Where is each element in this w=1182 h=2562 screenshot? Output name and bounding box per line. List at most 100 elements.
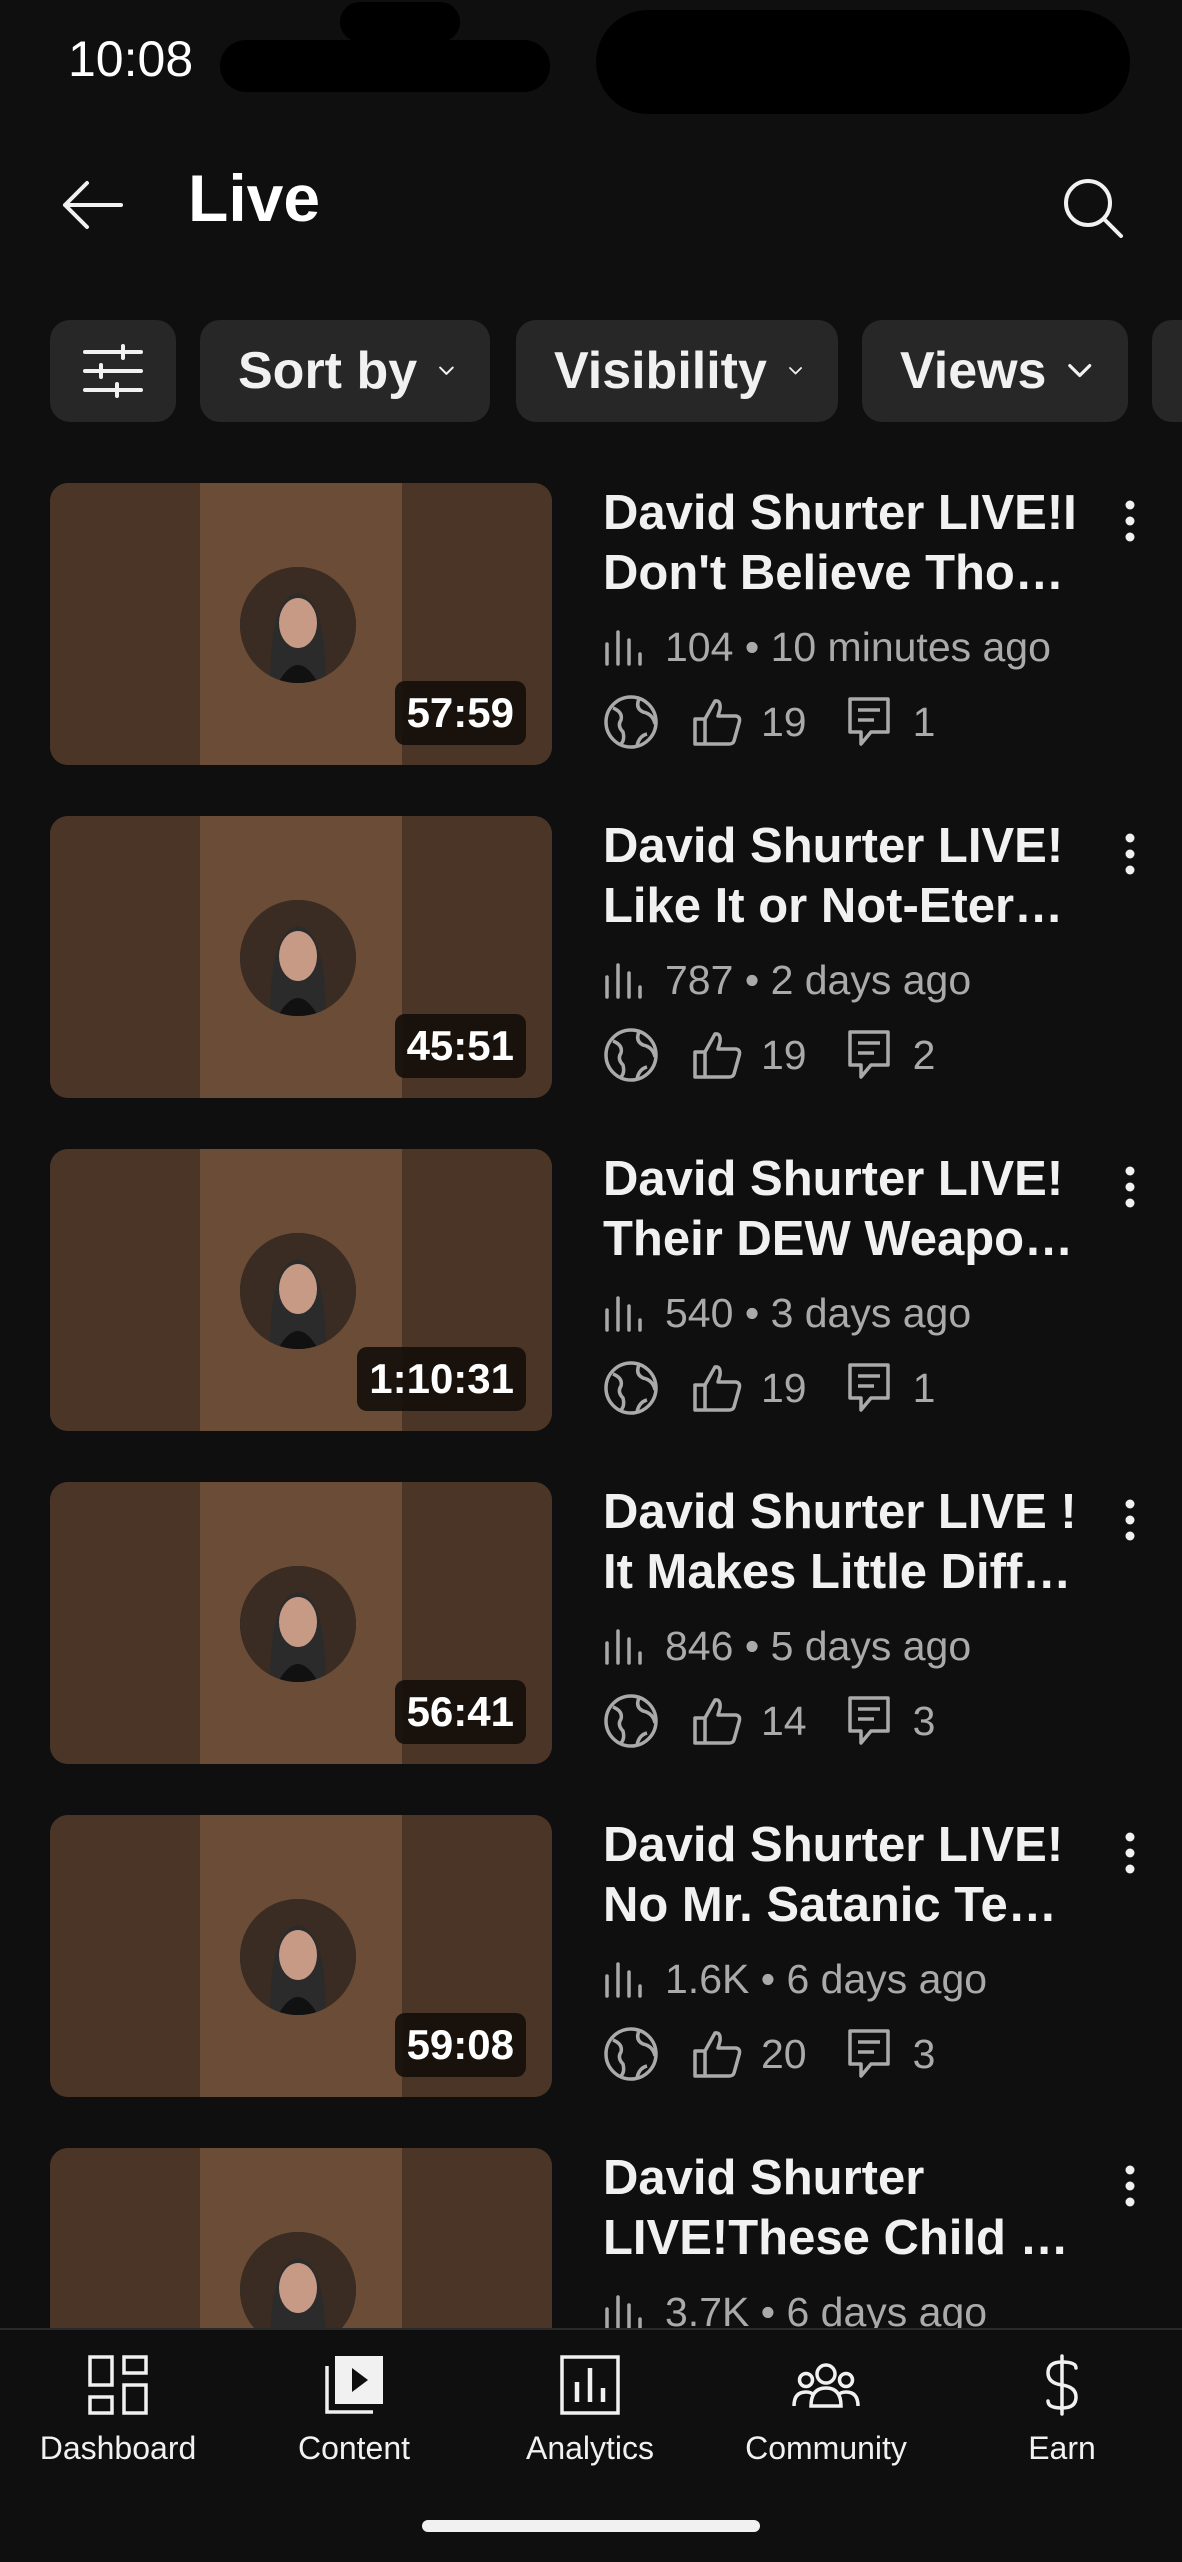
- video-list[interactable]: 57:59 David Shurter LIVE!I Don't Believe…: [0, 483, 1182, 2328]
- back-button[interactable]: [52, 165, 132, 245]
- sliders-icon: [83, 344, 143, 398]
- video-meta: 787 • 2 days ago: [603, 950, 1093, 1010]
- chevron-down-icon: [1068, 363, 1092, 378]
- globe-icon: [604, 1028, 658, 1082]
- video-thumbnail[interactable]: [50, 2148, 552, 2328]
- globe-icon: [604, 1361, 658, 1415]
- video-info: David Shurter LIVE ! It Makes Little Dif…: [603, 1482, 1093, 1752]
- video-stats: 20 3: [603, 2023, 1093, 2085]
- content-library-icon: [325, 2356, 383, 2414]
- video-row[interactable]: 56:41 David Shurter LIVE ! It Makes Litt…: [0, 1482, 1182, 1764]
- host-avatar: [240, 1899, 356, 2015]
- nav-content[interactable]: Content: [236, 2354, 472, 2467]
- globe-icon: [604, 2027, 658, 2081]
- nav-community[interactable]: Community: [708, 2354, 944, 2467]
- more-options-button[interactable]: [1110, 1490, 1150, 1550]
- video-stats: 14 3: [603, 1690, 1093, 1752]
- more-options-button[interactable]: [1110, 2156, 1150, 2216]
- views-chip[interactable]: Views: [862, 320, 1128, 422]
- home-indicator[interactable]: [422, 2520, 760, 2532]
- bottom-navigation: Dashboard Content Analytics Community Ea…: [0, 2328, 1182, 2562]
- thumbs-up-icon: [693, 1032, 742, 1079]
- comment-count: 3: [912, 2030, 936, 2077]
- video-duration: 59:08: [394, 2013, 526, 2077]
- view-count: 846: [665, 1622, 734, 1669]
- bar-chart-icon: [605, 1629, 642, 1665]
- nav-dashboard[interactable]: Dashboard: [0, 2354, 236, 2467]
- status-bar: 10:08: [0, 0, 1182, 120]
- visibility-chip[interactable]: Visibility: [516, 320, 838, 422]
- more-filter-chip[interactable]: [1152, 320, 1182, 422]
- dashboard-icon: [88, 2355, 148, 2415]
- video-info: David Shurter LIVE! Like It or Not-Etern…: [603, 816, 1093, 1086]
- video-meta: 3.7K • 6 days ago: [603, 2282, 1093, 2328]
- thumbs-up-icon: [693, 2031, 742, 2078]
- video-thumbnail[interactable]: 1:10:31: [50, 1149, 552, 1431]
- more-options-button[interactable]: [1110, 824, 1150, 884]
- nav-earn[interactable]: Earn: [944, 2354, 1180, 2467]
- redacted-area: [220, 40, 550, 92]
- video-age: 5 days ago: [770, 1622, 972, 1669]
- status-time: 10:08: [68, 31, 194, 87]
- chevron-down-icon: [439, 366, 454, 375]
- bar-chart-icon: [605, 2295, 642, 2328]
- sort-by-chip[interactable]: Sort by: [200, 320, 490, 422]
- search-icon: [1064, 179, 1123, 238]
- host-avatar: [240, 1233, 356, 1349]
- chevron-down-icon: [789, 367, 802, 375]
- view-count: 540: [665, 1289, 734, 1336]
- video-stats: 19 1: [603, 691, 1093, 753]
- video-title[interactable]: David Shurter LIVE!I Don't Believe Thoma…: [603, 483, 1093, 603]
- video-meta: 104 • 10 minutes ago: [603, 617, 1093, 677]
- nav-analytics[interactable]: Analytics: [472, 2354, 708, 2467]
- nav-content-label: Content: [297, 2430, 411, 2466]
- more-vert-icon: [1125, 1166, 1135, 1208]
- video-age: 10 minutes ago: [770, 623, 1051, 670]
- video-title[interactable]: David Shurter LIVE! No Mr. Satanic Templ…: [603, 1815, 1093, 1935]
- app-bar: Live: [0, 140, 1182, 260]
- views-label: Views: [900, 342, 1047, 400]
- dollar-icon: [1046, 2354, 1078, 2416]
- video-row[interactable]: David Shurter LIVE!These Child Predators…: [0, 2148, 1182, 2328]
- video-info: David Shurter LIVE!I Don't Believe Thoma…: [603, 483, 1093, 753]
- filter-settings-button[interactable]: [50, 320, 176, 422]
- nav-analytics-label: Analytics: [525, 2430, 655, 2466]
- video-row[interactable]: 59:08 David Shurter LIVE! No Mr. Satanic…: [0, 1815, 1182, 2097]
- redacted-area: [340, 2, 460, 42]
- video-thumbnail[interactable]: 57:59: [50, 483, 552, 765]
- more-vert-icon: [1125, 1832, 1135, 1874]
- more-vert-icon: [1125, 833, 1135, 875]
- video-info: David Shurter LIVE! Their DEW Weapons...…: [603, 1149, 1093, 1419]
- visibility-label: Visibility: [554, 342, 767, 400]
- video-thumbnail[interactable]: 59:08: [50, 1815, 552, 2097]
- video-row[interactable]: 45:51 David Shurter LIVE! Like It or Not…: [0, 816, 1182, 1098]
- video-stats: 19 2: [603, 1024, 1093, 1086]
- like-count: 19: [761, 1031, 807, 1078]
- more-options-button[interactable]: [1110, 1823, 1150, 1883]
- video-meta: 846 • 5 days ago: [603, 1616, 1093, 1676]
- like-count: 19: [761, 1364, 807, 1411]
- video-row[interactable]: 1:10:31 David Shurter LIVE! Their DEW We…: [0, 1149, 1182, 1431]
- comment-icon: [847, 1030, 890, 1079]
- nav-community-label: Community: [745, 2430, 907, 2466]
- video-info: David Shurter LIVE! No Mr. Satanic Templ…: [603, 1815, 1093, 2085]
- video-title[interactable]: David Shurter LIVE! Their DEW Weapons...: [603, 1149, 1093, 1269]
- more-options-button[interactable]: [1110, 491, 1150, 551]
- nav-dashboard-label: Dashboard: [39, 2430, 197, 2466]
- video-thumbnail[interactable]: 45:51: [50, 816, 552, 1098]
- search-button[interactable]: [1050, 165, 1136, 251]
- comment-icon: [847, 1363, 890, 1412]
- like-count: 14: [761, 1697, 807, 1744]
- comment-count: 1: [912, 698, 936, 745]
- video-title[interactable]: David Shurter LIVE!These Child Predators…: [603, 2148, 1093, 2268]
- video-thumbnail[interactable]: 56:41: [50, 1482, 552, 1764]
- video-row[interactable]: 57:59 David Shurter LIVE!I Don't Believe…: [0, 483, 1182, 765]
- video-duration: 57:59: [394, 681, 526, 745]
- video-title[interactable]: David Shurter LIVE ! It Makes Little Dif…: [603, 1482, 1093, 1602]
- analytics-icon: [560, 2355, 620, 2415]
- thumbs-up-icon: [693, 1698, 742, 1745]
- more-options-button[interactable]: [1110, 1157, 1150, 1217]
- video-title[interactable]: David Shurter LIVE! Like It or Not-Etern…: [603, 816, 1093, 936]
- host-avatar: [240, 900, 356, 1016]
- thumbs-up-icon: [693, 1365, 742, 1412]
